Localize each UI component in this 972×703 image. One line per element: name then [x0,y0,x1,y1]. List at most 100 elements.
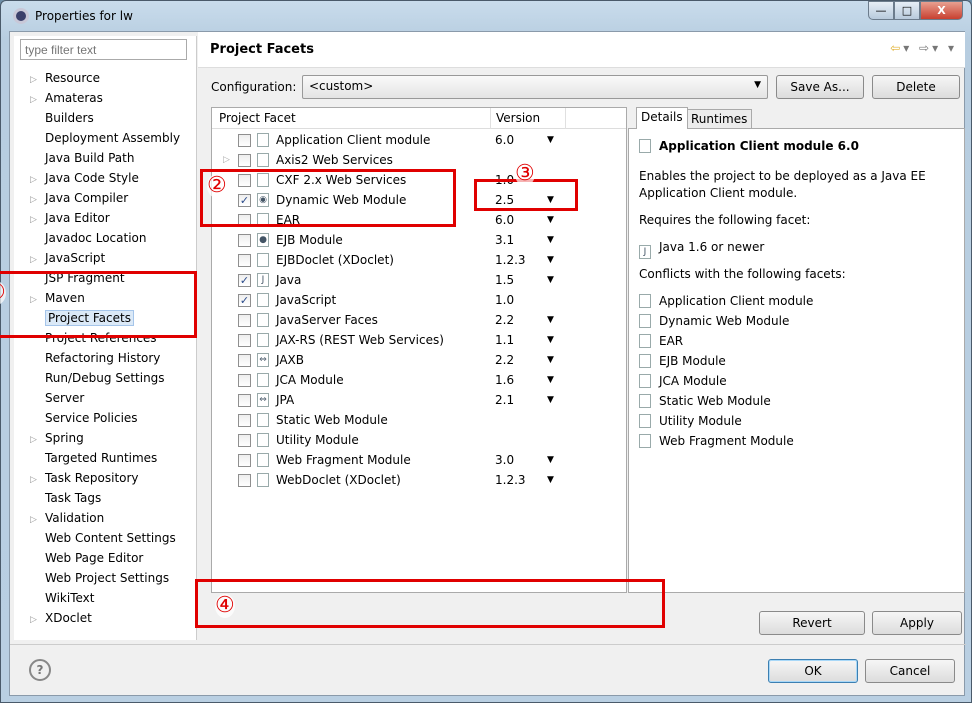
facet-version[interactable]: 6.0 [495,130,514,150]
facet-version[interactable]: 1.6 [495,370,514,390]
expand-triangle-icon[interactable]: ▷ [24,430,45,450]
version-dropdown-icon[interactable]: ▼ [547,210,554,230]
minimize-button[interactable]: — [868,1,894,20]
facet-row[interactable]: JCA Module 1.6 ▼ [212,370,626,390]
sidebar-item[interactable]: ▷ Java Code Style [24,168,139,188]
ok-button[interactable]: OK [768,659,858,683]
cancel-button[interactable]: Cancel [865,659,955,683]
version-dropdown-icon[interactable]: ▼ [547,470,554,490]
delete-button[interactable]: Delete [872,75,960,99]
facet-checkbox[interactable] [238,334,251,347]
sidebar-item[interactable]: ▷ Spring [24,428,84,448]
version-dropdown-icon[interactable]: ▼ [547,250,554,270]
version-dropdown-icon[interactable]: ▼ [547,330,554,350]
facet-checkbox[interactable] [238,354,251,367]
facet-checkbox[interactable]: ✓ [238,294,251,307]
facet-version[interactable]: 1.2.3 [495,470,526,490]
version-dropdown-icon[interactable]: ▼ [547,130,554,150]
sidebar-item[interactable]: ▷ Resource [24,68,100,88]
tab-details[interactable]: Details [636,107,688,129]
sidebar-item[interactable]: ▷ Java Compiler [24,188,128,208]
version-dropdown-icon[interactable]: ▼ [547,270,554,290]
sidebar-item[interactable]: Run/Debug Settings [24,368,165,388]
facet-row[interactable]: JavaServer Faces 2.2 ▼ [212,310,626,330]
save-as-button[interactable]: Save As... [776,75,864,99]
sidebar-item[interactable]: ▷ Java Editor [24,208,110,228]
column-header-facet[interactable]: Project Facet [219,111,296,125]
forward-arrow-icon[interactable]: ⇨ [919,41,932,55]
facet-checkbox[interactable] [238,434,251,447]
maximize-button[interactable]: □ [894,1,920,20]
forward-menu-icon[interactable]: ▾ [932,41,941,55]
configuration-combo[interactable]: <custom> ▼ [302,75,768,99]
expand-triangle-icon[interactable]: ▷ [223,150,230,170]
sidebar-item[interactable]: Web Page Editor [24,548,143,568]
sidebar-item[interactable]: Builders [24,108,94,128]
revert-button[interactable]: Revert [759,611,865,635]
sidebar-item[interactable]: Server [24,388,84,408]
expand-triangle-icon[interactable]: ▷ [24,470,45,490]
facet-checkbox[interactable] [238,414,251,427]
facet-checkbox[interactable] [238,154,251,167]
facet-checkbox[interactable] [238,374,251,387]
facet-row[interactable]: ⇔ JPA 2.1 ▼ [212,390,626,410]
facet-row[interactable]: ● EJB Module 3.1 ▼ [212,230,626,250]
sidebar-item[interactable]: Web Content Settings [24,528,176,548]
facet-checkbox[interactable] [238,474,251,487]
facet-checkbox[interactable]: ✓ [238,274,251,287]
sidebar-item[interactable]: Service Policies [24,408,138,428]
facet-row[interactable]: ✓ JavaScript 1.0 [212,290,626,310]
sidebar-item[interactable]: ▷ XDoclet [24,608,92,628]
facet-version[interactable]: 2.2 [495,350,514,370]
expand-triangle-icon[interactable]: ▷ [24,210,45,230]
sidebar-item[interactable]: Web Project Settings [24,568,169,588]
facet-version[interactable]: 1.5 [495,270,514,290]
facet-row[interactable]: Utility Module [212,430,626,450]
facet-row[interactable]: Web Fragment Module 3.0 ▼ [212,450,626,470]
sidebar-item[interactable]: ▷ JavaScript [24,248,105,268]
facet-version[interactable]: 3.0 [495,450,514,470]
facet-checkbox[interactable] [238,254,251,267]
expand-triangle-icon[interactable]: ▷ [24,70,45,90]
facet-version[interactable]: 2.2 [495,310,514,330]
facet-version[interactable]: 3.1 [495,230,514,250]
sidebar-item[interactable]: Task Tags [24,488,101,508]
expand-triangle-icon[interactable]: ▷ [24,190,45,210]
view-menu-icon[interactable]: ▾ [948,41,957,55]
apply-button[interactable]: Apply [872,611,962,635]
version-dropdown-icon[interactable]: ▼ [547,450,554,470]
back-arrow-icon[interactable]: ⇦ [890,41,903,55]
version-dropdown-icon[interactable]: ▼ [547,310,554,330]
facet-checkbox[interactable] [238,394,251,407]
version-dropdown-icon[interactable]: ▼ [547,350,554,370]
sidebar-item[interactable]: Deployment Assembly [24,128,180,148]
facet-row[interactable]: JAX-RS (REST Web Services) 1.1 ▼ [212,330,626,350]
close-button[interactable]: X [920,1,963,20]
expand-triangle-icon[interactable]: ▷ [24,250,45,270]
tab-runtimes[interactable]: Runtimes [686,109,753,129]
back-menu-icon[interactable]: ▾ [903,41,912,55]
facet-checkbox[interactable] [238,454,251,467]
version-dropdown-icon[interactable]: ▼ [547,370,554,390]
version-dropdown-icon[interactable]: ▼ [547,230,554,250]
sidebar-item[interactable]: Javadoc Location [24,228,146,248]
sidebar-item[interactable]: ▷ Validation [24,508,104,528]
facet-version[interactable]: 1.1 [495,330,514,350]
facet-row[interactable]: Application Client module 6.0 ▼ [212,130,626,150]
sidebar-item[interactable]: WikiText [24,588,95,608]
facet-version[interactable]: 1.2.3 [495,250,526,270]
sidebar-item[interactable]: ▷ Task Repository [24,468,139,488]
facet-version[interactable]: 1.0 [495,290,514,310]
facet-checkbox[interactable] [238,314,251,327]
expand-triangle-icon[interactable]: ▷ [24,510,45,530]
help-icon[interactable]: ? [29,659,51,681]
facet-version[interactable]: 6.0 [495,210,514,230]
sidebar-item[interactable]: Targeted Runtimes [24,448,157,468]
facet-row[interactable]: WebDoclet (XDoclet) 1.2.3 ▼ [212,470,626,490]
facet-row[interactable]: ⇔ JAXB 2.2 ▼ [212,350,626,370]
facet-version[interactable]: 2.1 [495,390,514,410]
version-dropdown-icon[interactable]: ▼ [547,390,554,410]
filter-input[interactable] [20,39,187,60]
sidebar-item[interactable]: Refactoring History [24,348,160,368]
facet-row[interactable]: ✓ J Java 1.5 ▼ [212,270,626,290]
